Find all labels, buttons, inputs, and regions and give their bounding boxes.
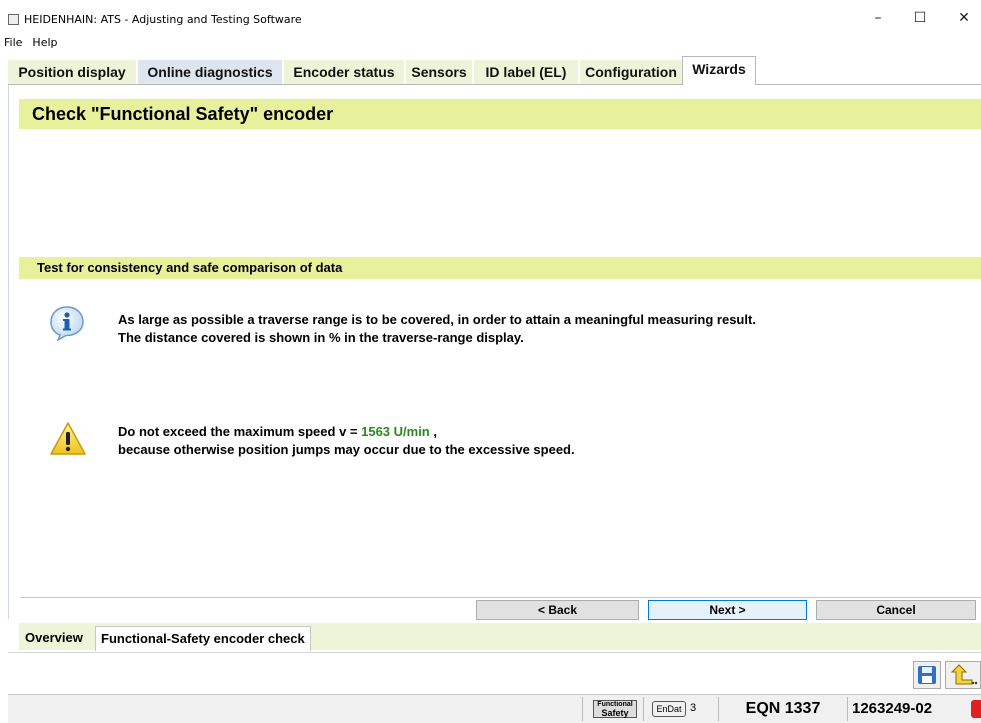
tab-position-display[interactable]: Position display: [8, 60, 136, 84]
exit-icon[interactable]: [945, 661, 981, 689]
tab-functional-safety-check[interactable]: Functional-Safety encoder check: [95, 626, 311, 651]
warning-prefix: Do not exceed the maximum speed v =: [118, 424, 362, 439]
wizard-title-banner: Check "Functional Safety" encoder: [19, 99, 981, 129]
endat-version: 3: [690, 702, 697, 714]
wizard-button-row: < Back Next > Cancel: [20, 597, 981, 620]
cancel-button[interactable]: Cancel: [816, 600, 976, 620]
status-encoder-model: EQN 1337: [718, 697, 847, 721]
main-tab-bar: Position display Online diagnostics Enco…: [8, 56, 981, 85]
menu-help[interactable]: Help: [32, 36, 57, 49]
info-message: As large as possible a traverse range is…: [118, 311, 756, 347]
max-speed-value: 1563 U/min: [361, 424, 430, 439]
wizard-tab-bar: Overview Functional-Safety encoder check: [19, 623, 981, 651]
status-interface: EnDat 3: [643, 697, 718, 721]
status-id-number: 1263249-02: [847, 697, 981, 721]
functional-safety-badge: Functional Safety: [593, 700, 637, 718]
wizard-title: Check "Functional Safety" encoder: [32, 104, 334, 124]
status-bar: Functional Safety EnDat 3 EQN 1337 12632…: [8, 694, 981, 723]
bottom-toolbar: [8, 652, 981, 693]
section-header: Test for consistency and safe comparison…: [19, 257, 981, 279]
tab-online-diagnostics[interactable]: Online diagnostics: [138, 60, 282, 84]
status-functional-safety: Functional Safety: [582, 697, 643, 721]
minimize-button[interactable]: –: [858, 6, 898, 30]
title-bar: HEIDENHAIN: ATS - Adjusting and Testing …: [0, 0, 981, 30]
warning-icon: [50, 422, 86, 455]
connection-status-icon: [971, 700, 981, 718]
endat-badge: EnDat: [652, 701, 686, 717]
info-line-1: As large as possible a traverse range is…: [118, 312, 756, 327]
tab-configuration[interactable]: Configuration: [580, 60, 682, 84]
close-button[interactable]: ✕: [944, 6, 981, 30]
section-title: Test for consistency and safe comparison…: [37, 260, 343, 275]
warning-message: Do not exceed the maximum speed v = 1563…: [118, 423, 575, 459]
tab-overview[interactable]: Overview: [20, 626, 88, 650]
menu-file[interactable]: File: [4, 36, 22, 49]
window-title: HEIDENHAIN: ATS - Adjusting and Testing …: [24, 13, 302, 26]
warning-line-2: because otherwise position jumps may occ…: [118, 442, 575, 457]
tab-id-label[interactable]: ID label (EL): [474, 60, 578, 84]
warning-suffix: ,: [429, 424, 437, 439]
next-button[interactable]: Next >: [648, 600, 807, 620]
tab-wizards[interactable]: Wizards: [682, 56, 756, 85]
wizard-panel: Check "Functional Safety" encoder Test f…: [8, 85, 981, 619]
menu-bar: File Help: [0, 36, 64, 54]
info-line-2: The distance covered is shown in % in th…: [118, 330, 524, 345]
tab-encoder-status[interactable]: Encoder status: [284, 60, 404, 84]
tab-sensors[interactable]: Sensors: [406, 60, 472, 84]
app-icon: [8, 14, 19, 25]
back-button[interactable]: < Back: [476, 600, 639, 620]
info-icon: [50, 306, 84, 341]
maximize-button[interactable]: ☐: [900, 6, 940, 30]
save-icon[interactable]: [913, 661, 941, 689]
